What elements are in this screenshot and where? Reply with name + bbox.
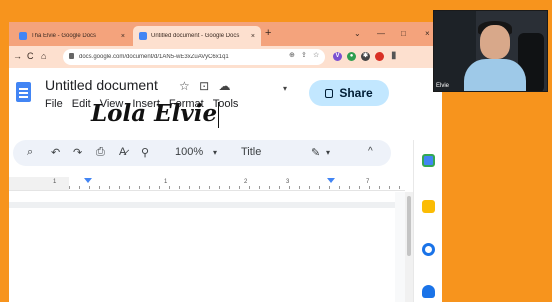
close-tab-icon[interactable]: × [251,33,255,40]
edit-mode-icon[interactable]: ✎ [311,146,320,159]
contacts-icon[interactable] [422,285,435,298]
v-extension-icon[interactable]: V [333,52,342,61]
paint-format-icon[interactable]: ⚲ [141,146,149,159]
tab-label: Untitled document - Google Docs [151,33,240,39]
style-select[interactable]: Title [241,146,261,158]
lock-icon [325,88,334,98]
ruler-number: 2 [244,179,248,185]
ruler-number: 1 [164,179,168,185]
tasks-icon[interactable] [422,243,435,256]
indent-marker[interactable] [84,178,92,183]
editing-toolbar: ⌕ ↶ ↷ ⎙ A̷ ⚲ 100% ▾ Title ✎ ▾ ^ [13,140,391,166]
reload-icon[interactable]: C [27,51,34,61]
star-icon[interactable]: ☆ [179,79,190,93]
search-icon[interactable]: ⌕ [27,146,33,159]
document-canvas [9,192,405,302]
participant-video: Elvie [433,10,548,92]
document-page[interactable] [9,192,395,302]
close-tab-icon[interactable]: × [121,33,125,40]
chevron-down-icon[interactable]: ▾ [326,148,330,157]
menu-edit[interactable]: Edit [72,98,91,110]
document-body-text[interactable]: Lola Elvie [91,100,220,128]
zoom-icon[interactable]: ⊕ [289,51,295,59]
tab-untitled-document[interactable]: Untitled document - Google Docs × [133,26,261,46]
green-extension-icon[interactable]: ● [347,52,356,61]
url-text: docs.google.com/document/d/1AN5-wE3xZuAV… [79,54,229,60]
record-icon[interactable] [375,52,384,61]
keep-icon[interactable] [422,200,435,213]
ruler-number: 7 [366,179,370,185]
zoom-select[interactable]: 100% [175,146,203,158]
ruler-number: 3 [286,179,290,185]
page-break [9,202,395,208]
new-tab-button[interactable]: + [265,27,271,39]
calendar-icon[interactable] [422,154,435,167]
ruler: 1 1 2 3 7 [9,177,405,191]
right-indent-marker[interactable] [327,178,335,183]
side-panel [413,140,442,302]
menu-file[interactable]: File [45,98,63,110]
tab-search-icon[interactable]: ⌄ [354,29,361,38]
address-input[interactable]: docs.google.com/document/d/1AN5-wE3xZuAV… [63,49,325,65]
collapse-toolbar-icon[interactable]: ^ [368,146,373,157]
share-icon[interactable]: ⇪ [301,51,307,59]
minimize-button[interactable]: — [377,29,385,38]
move-folder-icon[interactable]: ⊡ [199,79,209,93]
share-button[interactable]: Share [309,80,389,106]
docs-favicon-icon [19,32,27,40]
ruler-number: 1 [53,179,57,185]
lock-icon [69,53,74,59]
participant-body [464,59,526,91]
chevron-down-icon[interactable]: ▾ [213,148,217,157]
puzzle-icon[interactable]: ✱ [361,52,370,61]
browser-window: Tha Elvie - Google Docs × Untitled docum… [9,22,442,302]
print-icon[interactable]: ⎙ [96,146,105,159]
home-icon[interactable]: ⌂ [41,51,46,61]
ruler-margin [9,177,69,190]
document-title[interactable]: Untitled document [45,77,158,93]
tab-label: Tha Elvie - Google Docs [31,33,97,39]
forward-arrow-icon[interactable]: → [13,51,22,61]
address-bar-row: → C ⌂ docs.google.com/document/d/1AN5-wE… [9,46,442,68]
chevron-down-icon[interactable]: ▾ [283,84,287,93]
spellcheck-icon[interactable]: A̷ [119,146,126,158]
tab-tha-elvie[interactable]: Tha Elvie - Google Docs × [13,26,131,46]
participant-name: Elvie [436,83,450,89]
close-window-button[interactable]: × [425,29,430,38]
cloud-status-icon[interactable]: ☁ [219,79,231,93]
document-text: Lola Elvie [91,100,218,127]
participant-head [480,25,510,59]
docs-logo-icon[interactable] [16,82,31,102]
redo-icon[interactable]: ↷ [73,146,82,159]
ruler-ticks [69,186,405,189]
share-label: Share [339,86,373,100]
undo-icon[interactable]: ↶ [51,146,60,159]
tab-strip: Tha Elvie - Google Docs × Untitled docum… [9,22,442,46]
star-icon[interactable]: ☆ [313,51,319,59]
sidebar-icon[interactable]: ▮ [391,50,397,61]
text-cursor [218,102,220,128]
vertical-scrollbar[interactable] [405,192,413,302]
maximize-button[interactable]: □ [401,29,406,38]
title-icons: ☆ ⊡ ☁ [179,79,231,93]
scrollbar-thumb[interactable] [407,196,411,256]
docs-favicon-icon [139,32,147,40]
